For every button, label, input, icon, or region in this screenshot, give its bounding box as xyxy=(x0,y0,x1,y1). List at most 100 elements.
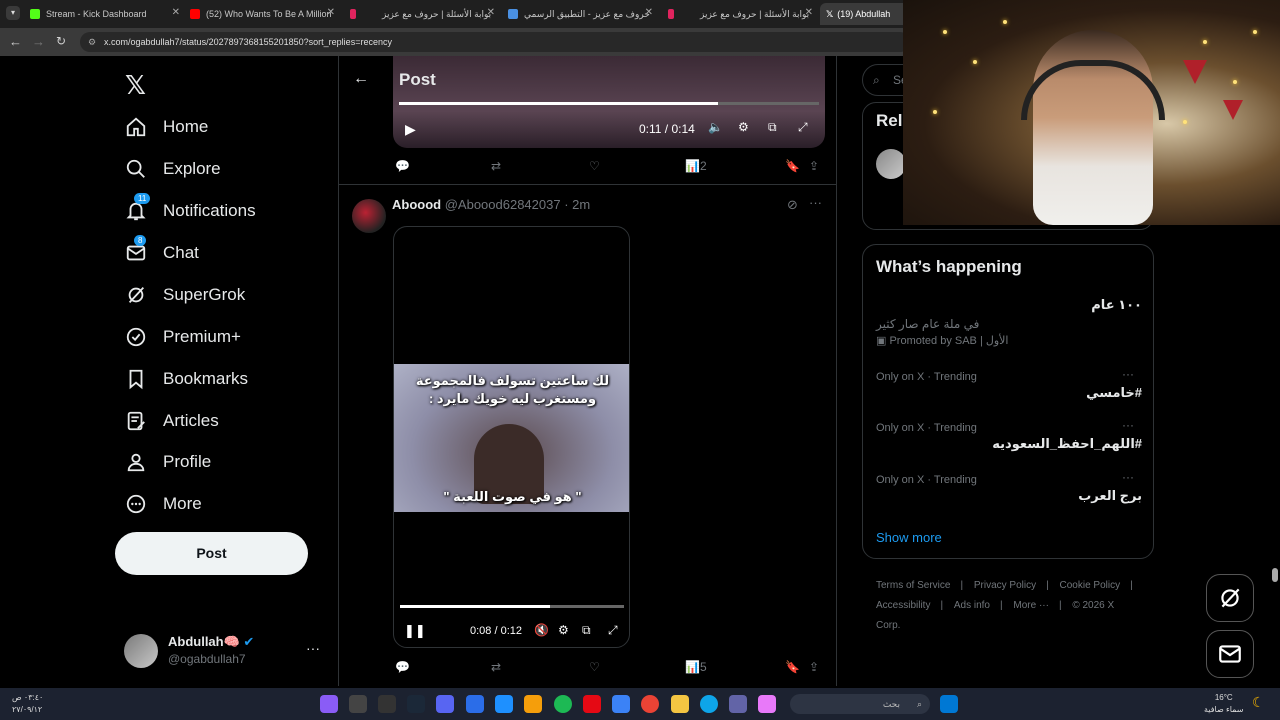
repost-icon[interactable]: ⇄ xyxy=(491,660,501,674)
tab-search-button[interactable]: ▾ xyxy=(6,6,20,20)
nav-more[interactable]: More xyxy=(124,489,202,519)
pip-icon[interactable]: ⧉ xyxy=(768,120,777,135)
app-icon[interactable] xyxy=(349,695,367,713)
tab-close-icon[interactable]: ✕ xyxy=(645,7,653,18)
app-icon[interactable] xyxy=(466,695,484,713)
nav-chat[interactable]: 8 Chat xyxy=(124,235,199,268)
settings-icon[interactable]: ⚙ xyxy=(738,120,749,134)
steam-icon[interactable] xyxy=(407,695,425,713)
more-dots-icon[interactable]: ··· xyxy=(1122,470,1134,484)
footer-link[interactable]: Accessibility xyxy=(876,600,930,611)
avatar[interactable] xyxy=(352,199,386,233)
nav-bookmarks[interactable]: Bookmarks xyxy=(124,364,248,394)
grok-float-button[interactable] xyxy=(1206,574,1254,622)
x-logo-icon[interactable]: 𝕏 xyxy=(125,70,146,101)
reply-author-name[interactable]: Aboood xyxy=(392,197,441,212)
show-more-link[interactable]: Show more xyxy=(876,530,942,545)
nav-premium[interactable]: Premium+ xyxy=(124,322,241,352)
nav-home[interactable]: Home xyxy=(124,112,208,142)
more-dots-icon[interactable]: ··· xyxy=(306,640,320,656)
volume-icon[interactable]: 🔈 xyxy=(708,120,723,134)
footer-link[interactable]: Cookie Policy xyxy=(1060,580,1121,591)
reply-timestamp[interactable]: · 2m xyxy=(564,197,590,212)
views-icon[interactable]: 📊 2 xyxy=(685,159,707,173)
app-icon[interactable] xyxy=(320,695,338,713)
video-progress-bar[interactable] xyxy=(400,605,624,608)
nav-explore[interactable]: Explore xyxy=(124,154,221,184)
footer-link[interactable]: Ads info xyxy=(954,600,990,611)
avatar[interactable] xyxy=(876,149,906,179)
muted-icon[interactable]: 🔇 xyxy=(534,623,549,637)
browser-tab-app[interactable]: حروف مع عزيز - التطبيق الرسمي ✕ xyxy=(508,3,653,25)
tab-close-icon[interactable]: ✕ xyxy=(172,7,180,18)
forward-icon[interactable]: → xyxy=(32,34,45,49)
account-switcher[interactable]: Abdullah🧠 ✔ @ogabdullah7 ··· xyxy=(124,634,324,670)
more-dots-icon[interactable]: ··· xyxy=(809,195,822,210)
nav-articles[interactable]: Articles xyxy=(124,406,219,436)
tab-close-icon[interactable]: ✕ xyxy=(487,7,495,18)
weather-widget[interactable]: 16°C سماء صافية xyxy=(1204,692,1244,716)
views-icon[interactable]: 📊 5 xyxy=(685,660,707,674)
store-icon[interactable] xyxy=(612,695,630,713)
trend-item[interactable]: Only on X · Trending ··· برج العرب xyxy=(876,470,1142,504)
share-icon[interactable]: ⇪ xyxy=(809,159,819,173)
discord-icon[interactable] xyxy=(436,695,454,713)
browser-tab-kick[interactable]: Stream - Kick Dashboard ✕ xyxy=(30,3,180,25)
app-icon[interactable] xyxy=(524,695,542,713)
footer-link[interactable]: Privacy Policy xyxy=(974,580,1036,591)
netflix-icon[interactable] xyxy=(583,695,601,713)
pip-icon[interactable]: ⧉ xyxy=(582,623,591,638)
windows-start-icon[interactable] xyxy=(940,695,958,713)
reply-icon[interactable]: 💬 xyxy=(395,660,410,674)
chrome-icon[interactable] xyxy=(641,695,659,713)
grok-icon[interactable]: ⊘ xyxy=(787,197,798,213)
app-icon[interactable] xyxy=(378,695,396,713)
teams-icon[interactable] xyxy=(729,695,747,713)
footer-link[interactable]: Terms of Service xyxy=(876,580,950,591)
reply-icon[interactable]: 💬 xyxy=(395,159,410,173)
browser-tab-x-active[interactable]: 𝕏 (19) Abdullah xyxy=(820,3,910,25)
trend-item[interactable]: Only on X · Trending ··· #اللهم_احفظ_الس… xyxy=(876,418,1142,452)
scrollbar-thumb[interactable] xyxy=(1272,568,1278,582)
nav-notifications[interactable]: 11 Notifications xyxy=(124,193,256,226)
promoted-trend[interactable]: ١٠٠ عام في ملة عام صار كثير ▣ Promoted b… xyxy=(876,297,1142,347)
like-icon[interactable]: ♡ xyxy=(589,159,600,173)
messages-float-button[interactable] xyxy=(1206,630,1254,678)
share-icon[interactable]: ⇪ xyxy=(809,660,819,674)
browser-tab-youtube[interactable]: (52) Who Wants To Be A Million ✕ xyxy=(190,3,335,25)
tab-close-icon[interactable]: ✕ xyxy=(805,7,813,18)
url-input[interactable]: ⚙ x.com/ogabdullah7/status/2027897368155… xyxy=(80,32,910,52)
nav-profile[interactable]: Profile xyxy=(124,447,211,477)
copilot-icon[interactable] xyxy=(758,695,776,713)
trend-item[interactable]: Only on X · Trending ··· #خامسي xyxy=(876,367,1142,401)
back-arrow-icon[interactable]: ← xyxy=(353,70,369,88)
settings-icon[interactable]: ⚙ xyxy=(558,623,569,637)
nav-supergrok[interactable]: SuperGrok xyxy=(124,280,245,310)
taskbar-search[interactable]: بحث ⌕ xyxy=(790,694,930,714)
repost-icon[interactable]: ⇄ xyxy=(491,159,501,173)
bookmark-icon[interactable]: 🔖 xyxy=(785,660,800,674)
play-icon[interactable]: ▶ xyxy=(405,121,416,138)
site-info-icon[interactable]: ⚙ xyxy=(88,32,96,52)
edge-icon[interactable] xyxy=(700,695,718,713)
compose-post-button[interactable]: Post xyxy=(115,532,308,575)
tab-close-icon[interactable]: ✕ xyxy=(327,7,335,18)
browser-tab-questions-1[interactable]: بوابة الأسئلة | حروف مع عزيز ✕ xyxy=(350,3,495,25)
back-icon[interactable]: ← xyxy=(9,34,22,49)
more-dots-icon[interactable]: ··· xyxy=(1122,367,1134,381)
url-text: x.com/ogabdullah7/status/202789736815520… xyxy=(104,37,392,47)
pause-icon[interactable]: ❚❚ xyxy=(404,623,426,639)
reply-author-handle[interactable]: @Aboood62842037 xyxy=(445,197,561,212)
like-icon[interactable]: ♡ xyxy=(589,660,600,674)
more-dots-icon[interactable]: ··· xyxy=(1122,418,1134,432)
reload-icon[interactable]: ↻ xyxy=(56,34,66,48)
app-icon[interactable] xyxy=(495,695,513,713)
browser-tab-questions-2[interactable]: بوابة الأسئلة | حروف مع عزيز ✕ xyxy=(668,3,813,25)
fullscreen-icon[interactable]: ⤢ xyxy=(798,120,808,135)
fullscreen-icon[interactable]: ⤢ xyxy=(608,623,618,638)
footer-link[interactable]: More ··· xyxy=(1013,600,1049,611)
video-player-2[interactable]: لك ساعتين تسولف فالمجموعة ومستغرب ليه خو… xyxy=(393,226,630,648)
bookmark-icon[interactable]: 🔖 xyxy=(785,159,800,173)
folder-icon[interactable] xyxy=(671,695,689,713)
spotify-icon[interactable] xyxy=(554,695,572,713)
